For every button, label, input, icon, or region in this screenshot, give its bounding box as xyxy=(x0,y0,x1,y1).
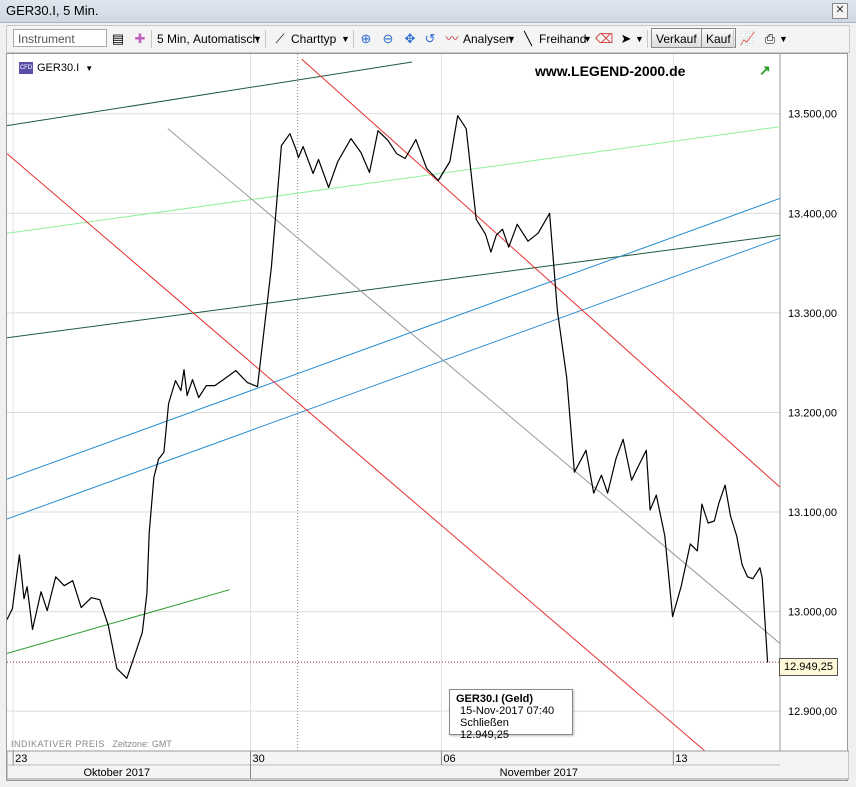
sell-button[interactable]: Verkauf xyxy=(651,28,702,48)
indicative-price-label: INDIKATIVER PREIS xyxy=(11,739,105,749)
cfd-icon: CFD xyxy=(19,62,33,74)
trendline xyxy=(7,126,780,234)
trendline xyxy=(7,237,780,520)
analyses-icon[interactable]: 〰 xyxy=(443,30,461,48)
y-tick-label: 13.100,00 xyxy=(788,507,837,519)
analyses-dropdown[interactable]: Analysen xyxy=(463,30,512,48)
line-chart-icon[interactable]: ⟋ xyxy=(271,30,289,48)
price-tooltip: GER30.I (Geld) 15-Nov-2017 07:40 Schließ… xyxy=(449,689,573,741)
chevron-down-icon[interactable]: ▼ xyxy=(583,30,592,48)
zoom-out-icon[interactable]: ⊖ xyxy=(379,30,397,48)
price-chart[interactable]: 12.900,00 13.000,00 13.100,00 13.200,00 13.3… xyxy=(7,54,849,782)
price-type-note: INDIKATIVER PREIS Zeitzone: GMT xyxy=(11,739,172,749)
trendline xyxy=(7,197,780,480)
toolbar-separator xyxy=(151,30,152,48)
tooltip-close-value: 12.949,25 xyxy=(460,729,509,741)
instrument-lookup-icon[interactable]: ▤ xyxy=(109,30,127,48)
chart-area[interactable]: 12.900,00 13.000,00 13.100,00 13.200,00 13.3… xyxy=(6,53,849,782)
last-price-box: 12.949,25 xyxy=(779,658,838,676)
x-tick-label: 30 xyxy=(252,753,264,765)
x-group-label: November 2017 xyxy=(500,767,578,779)
trend-up-icon: ↗ xyxy=(759,62,771,78)
y-tick-label: 13.400,00 xyxy=(788,208,837,220)
x-tick-label: 06 xyxy=(443,753,455,765)
auto-scale-dropdown[interactable]: Automatisch xyxy=(193,30,259,48)
window-title: GER30.I, 5 Min. xyxy=(6,3,99,18)
timezone-label: Zeitzone: GMT xyxy=(112,739,172,749)
interval-label[interactable]: 5 Min, xyxy=(157,30,190,48)
tooltip-header: GER30.I (Geld) xyxy=(456,693,534,705)
close-icon[interactable]: ✕ xyxy=(832,3,848,19)
y-tick-label: 13.500,00 xyxy=(788,109,837,121)
brand-watermark: www.LEGEND-2000.de xyxy=(535,63,686,79)
chevron-down-icon[interactable]: ▼ xyxy=(635,30,644,48)
tooltip-close-row: Schließen 12.949,25 xyxy=(456,717,566,741)
x-tick-label: 23 xyxy=(15,753,27,765)
trendline xyxy=(7,234,780,339)
fit-chart-icon[interactable]: ✥ xyxy=(401,30,419,48)
chart-toolbar: Instrument ▤ ✚ 5 Min, Automatisch ▼ ⟋ Ch… xyxy=(6,25,850,53)
y-tick-label: 13.000,00 xyxy=(788,607,837,619)
y-tick-label: 13.300,00 xyxy=(788,308,837,320)
charttype-dropdown[interactable]: Charttyp xyxy=(291,30,336,48)
trendline xyxy=(167,128,780,644)
trendline xyxy=(7,153,706,751)
buy-button[interactable]: Kauf xyxy=(701,28,736,48)
toolbar-separator xyxy=(647,30,648,48)
toolbar-separator xyxy=(353,30,354,48)
trendline xyxy=(7,589,230,654)
chevron-down-icon[interactable]: ▼ xyxy=(507,30,516,48)
print-icon[interactable]: ⎙ xyxy=(761,30,779,48)
y-tick-label: 12.900,00 xyxy=(788,706,837,718)
symbol-label: GER30.I xyxy=(37,62,80,74)
compare-instrument-icon[interactable]: ✚ xyxy=(131,30,149,48)
x-tick-label: 13 xyxy=(675,753,687,765)
y-tick-label: 13.200,00 xyxy=(788,407,837,419)
chart-settings-icon[interactable]: 📈 xyxy=(739,30,757,48)
chevron-down-icon[interactable]: ▼ xyxy=(341,30,350,48)
zoom-in-icon[interactable]: ⊕ xyxy=(357,30,375,48)
freehand-line-icon[interactable]: ╲ xyxy=(519,30,537,48)
reset-icon[interactable]: ↺ xyxy=(421,30,439,48)
instrument-input[interactable]: Instrument xyxy=(13,29,107,47)
x-group-label: Oktober 2017 xyxy=(83,767,150,779)
chevron-down-icon[interactable]: ▼ xyxy=(253,30,262,48)
eraser-icon[interactable]: ⌫ xyxy=(595,30,613,48)
window-titlebar: GER30.I, 5 Min. ✕ xyxy=(0,0,856,23)
trendline xyxy=(301,58,780,488)
price-series-line xyxy=(7,115,769,679)
chevron-down-icon[interactable]: ▼ xyxy=(85,64,93,73)
freehand-dropdown[interactable]: Freihand xyxy=(539,30,586,48)
tooltip-close-label: Schließen xyxy=(460,717,509,729)
toolbar-separator xyxy=(733,30,734,48)
chevron-down-icon[interactable]: ▼ xyxy=(779,30,788,48)
cursor-icon[interactable]: ➤ xyxy=(617,30,635,48)
toolbar-separator xyxy=(265,30,266,48)
tooltip-datetime: 15-Nov-2017 07:40 xyxy=(460,705,555,717)
symbol-selector[interactable]: CFD GER30.I ▼ xyxy=(19,62,93,74)
